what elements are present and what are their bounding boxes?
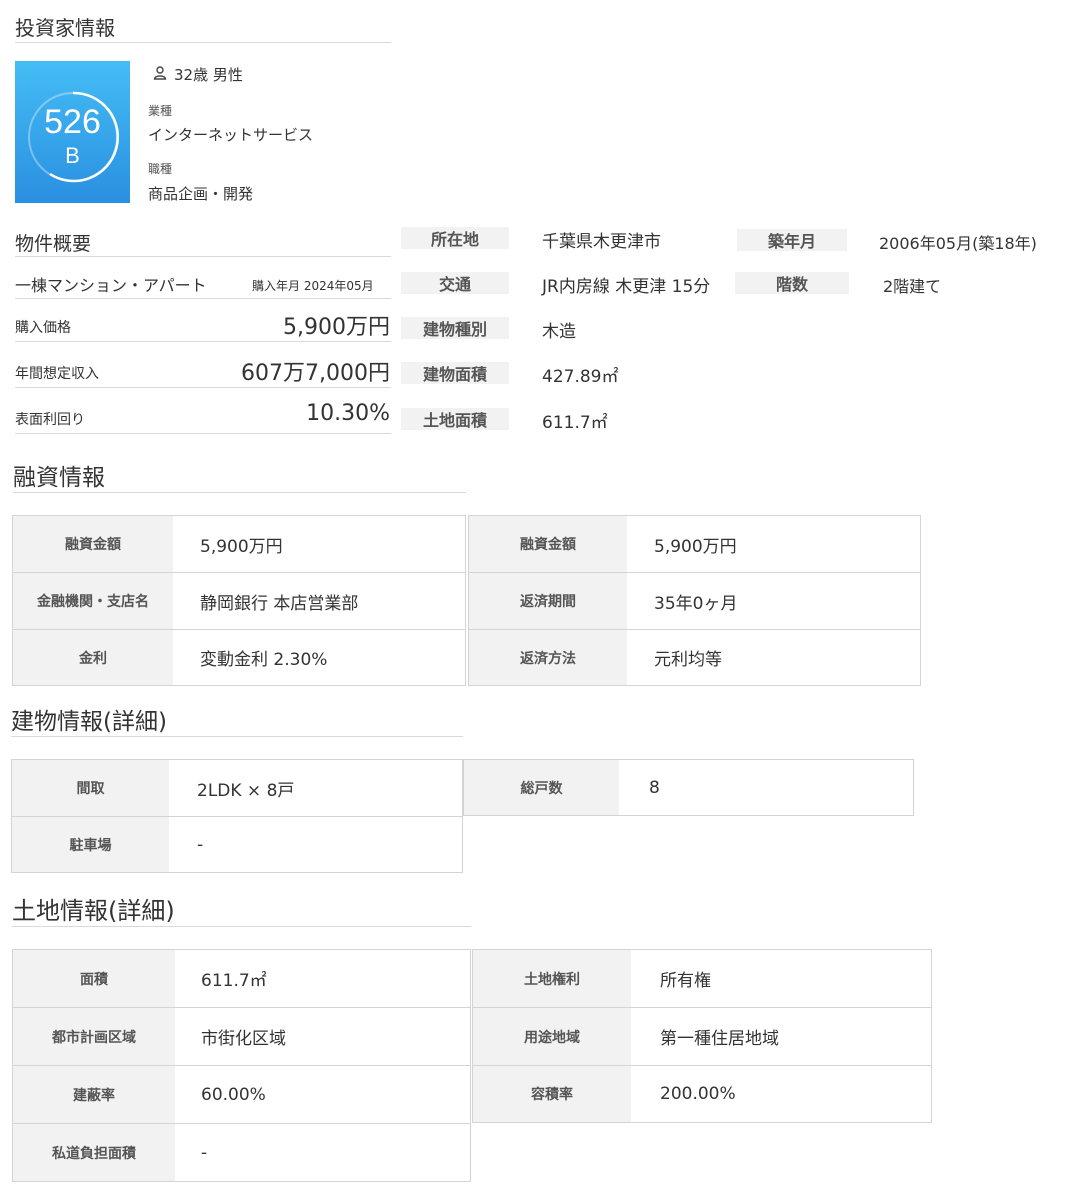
investor-score: 526 [44, 103, 101, 141]
divider [12, 926, 471, 927]
investor-section-title: 投資家情報 [15, 16, 115, 40]
bank-branch-value: 静岡銀行 本店営業部 [200, 593, 359, 614]
land-section-title: 土地情報(詳細) [12, 897, 175, 925]
price-value: 5,900万円 [283, 315, 390, 340]
transport-value: JR内房線 木更津 15分 [542, 277, 711, 297]
total-units-label: 総戸数 [464, 760, 619, 815]
loan-section-title: 融資情報 [13, 465, 105, 491]
divider [15, 387, 391, 388]
loan-amount-label: 融資金額 [469, 516, 627, 572]
land-rights-label: 土地権利 [473, 950, 631, 1007]
land-area-value: 611.7㎡ [201, 971, 267, 991]
property-section-title: 物件概要 [15, 233, 92, 255]
divider [15, 42, 391, 43]
coverage-ratio-value: 60.00% [201, 1084, 266, 1105]
land-area-value: 611.7㎡ [542, 413, 608, 433]
repayment-period-label: 返済期間 [469, 573, 627, 629]
industry-label: 業種 [148, 104, 173, 118]
loan-table-left: 融資金額 5,900万円 金融機関・支店名 静岡銀行 本店営業部 金利 変動金利… [12, 515, 466, 686]
interest-label: 金利 [13, 630, 173, 685]
divider [11, 736, 463, 737]
floor-area-ratio-label: 容積率 [473, 1066, 631, 1122]
floors-value: 2階建て [883, 277, 942, 296]
land-area-label: 面積 [13, 950, 175, 1007]
location-value: 千葉県木更津市 [542, 232, 661, 252]
divider [15, 341, 391, 342]
city-planning-value: 市街化区域 [201, 1029, 286, 1049]
zoning-value: 第一種住居地域 [660, 1029, 779, 1049]
divider [15, 433, 391, 434]
yield-value: 10.30% [306, 401, 390, 426]
land-table-left: 面積 611.7㎡ 都市計画区域 市街化区域 建蔽率 60.00% 私道負担面積… [12, 949, 471, 1182]
bank-branch-label: 金融機関・支店名 [13, 573, 173, 629]
divider [15, 256, 391, 257]
income-value: 607万7,000円 [241, 361, 390, 386]
repayment-period-value: 35年0ヶ月 [654, 593, 738, 614]
divider [13, 492, 466, 493]
interest-value: 変動金利 2.30% [200, 650, 328, 670]
city-planning-label: 都市計画区域 [13, 1008, 175, 1065]
land-table-right: 土地権利 所有権 用途地域 第一種住居地域 容積率 200.00% [472, 949, 932, 1123]
transport-label: 交通 [401, 272, 509, 294]
building-area-value: 427.89㎡ [542, 367, 619, 387]
parking-label: 駐車場 [12, 817, 169, 872]
investor-grade: B [65, 143, 80, 168]
land-area-label: 土地面積 [401, 408, 509, 430]
building-section-title: 建物情報(詳細) [11, 709, 167, 735]
building-table-left: 間取 2LDK × 8戸 駐車場 - [11, 759, 463, 873]
investor-profile: 32歳 男性 [174, 66, 243, 84]
person-icon [153, 66, 167, 80]
building-table-right: 総戸数 8 [463, 759, 914, 816]
location-label: 所在地 [401, 227, 509, 249]
yield-label: 表面利回り [15, 412, 85, 428]
parking-value: - [197, 834, 204, 855]
floors-label: 階数 [735, 272, 849, 294]
loan-amount-label: 融資金額 [13, 516, 173, 572]
repayment-method-value: 元利均等 [654, 650, 722, 670]
private-road-value: - [201, 1142, 208, 1163]
built-date-value: 2006年05月(築18年) [879, 234, 1037, 253]
industry-value: インターネットサービス [148, 126, 314, 144]
property-type: 一棟マンション・アパート [15, 276, 207, 295]
built-date-label: 築年月 [737, 229, 847, 251]
loan-table-right: 融資金額 5,900万円 返済期間 35年0ヶ月 返済方法 元利均等 [468, 515, 921, 686]
land-rights-value: 所有権 [660, 971, 711, 991]
income-label: 年間想定収入 [15, 366, 99, 382]
job-value: 商品企画・開発 [148, 185, 254, 203]
purchase-date: 購入年月 2024年05月 [252, 279, 374, 293]
building-area-label: 建物面積 [401, 362, 509, 384]
job-label: 職種 [148, 162, 173, 176]
private-road-label: 私道負担面積 [13, 1124, 175, 1181]
total-units-value: 8 [649, 777, 660, 798]
loan-amount-value: 5,900万円 [200, 536, 283, 557]
loan-amount-value: 5,900万円 [654, 536, 737, 557]
divider [15, 298, 391, 299]
repayment-method-label: 返済方法 [469, 630, 627, 685]
structure-value: 木造 [542, 322, 576, 342]
price-label: 購入価格 [15, 320, 71, 336]
zoning-label: 用途地域 [473, 1008, 631, 1065]
layout-value: 2LDK × 8戸 [197, 780, 295, 801]
layout-label: 間取 [12, 760, 169, 816]
investor-score-card: 526 B [15, 61, 130, 203]
floor-area-ratio-value: 200.00% [660, 1084, 736, 1104]
structure-label: 建物種別 [401, 317, 509, 339]
coverage-ratio-label: 建蔽率 [13, 1066, 175, 1123]
